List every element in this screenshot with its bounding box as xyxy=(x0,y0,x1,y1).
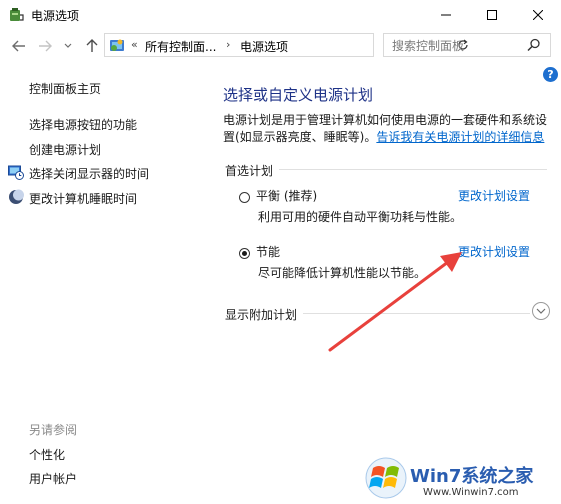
minimize-icon xyxy=(441,14,451,16)
windows-logo-watermark xyxy=(365,457,407,499)
back-button[interactable] xyxy=(9,36,29,56)
maximize-icon xyxy=(487,10,497,20)
control-panel-icon xyxy=(110,39,124,51)
window-title: 电源选项 xyxy=(31,9,80,23)
create-power-plan-link[interactable]: 创建电源计划 xyxy=(29,141,101,158)
watermark-brand: Win7系统之家 xyxy=(410,466,534,487)
learn-more-link[interactable]: 告诉我有关电源计划的详细信息 xyxy=(376,130,544,144)
expand-additional-plans-button[interactable] xyxy=(532,302,550,320)
watermark-url: Www.Winwin7.com xyxy=(423,487,519,498)
search-box xyxy=(383,33,551,57)
close-icon xyxy=(533,10,543,20)
description-line-1: 电源计划是用于管理计算机如何使用电源的一套硬件和系统设 xyxy=(223,113,548,127)
power-saver-plan-name[interactable]: 节能 xyxy=(256,243,280,260)
personalization-link[interactable]: 个性化 xyxy=(29,446,65,463)
power-saver-plan-radio[interactable] xyxy=(239,248,250,259)
search-icon[interactable] xyxy=(526,37,542,53)
balanced-plan-radio[interactable] xyxy=(239,192,250,203)
chevron-down-icon xyxy=(64,43,72,48)
title-bar: 电源选项 xyxy=(0,0,561,30)
page-description: 电源计划是用于管理计算机如何使用电源的一套硬件和系统设 置(如显示器亮度、睡眠等… xyxy=(223,112,553,146)
up-button[interactable] xyxy=(82,36,102,56)
breadcrumb-power-options[interactable]: 电源选项 xyxy=(240,38,288,55)
page-title: 选择或自定义电源计划 xyxy=(223,86,374,104)
breadcrumb-all-control-panel[interactable]: 所有控制面... xyxy=(145,38,216,55)
back-arrow-icon xyxy=(12,40,25,52)
forward-button[interactable] xyxy=(35,36,55,56)
minimize-button[interactable] xyxy=(423,0,469,30)
breadcrumb-separator[interactable]: › xyxy=(226,38,230,51)
power-button-function-link[interactable]: 选择电源按钮的功能 xyxy=(29,116,137,133)
balanced-plan-name[interactable]: 平衡 (推荐) xyxy=(256,187,317,204)
recent-locations-button[interactable] xyxy=(61,36,75,56)
sleep-moon-icon xyxy=(9,189,24,204)
show-additional-plans-label[interactable]: 显示附加计划 xyxy=(225,306,304,323)
power-options-icon xyxy=(10,8,24,21)
computer-sleep-time-link[interactable]: 更改计算机睡眠时间 xyxy=(29,190,137,207)
preferred-plans-heading: 首选计划 xyxy=(225,162,280,179)
chevron-down-icon xyxy=(536,308,546,314)
search-input[interactable] xyxy=(390,36,524,56)
user-accounts-link[interactable]: 用户帐户 xyxy=(29,470,77,487)
breadcrumb-overflow[interactable]: « xyxy=(131,38,138,51)
up-arrow-icon xyxy=(86,39,98,52)
address-bar[interactable]: « 所有控制面... › 电源选项 xyxy=(104,33,468,57)
description-line-2: 置(如显示器亮度、睡眠等)。告诉我有关电源计划的详细信息 xyxy=(223,129,553,146)
help-icon[interactable]: ? xyxy=(543,67,558,82)
display-timer-icon xyxy=(8,165,24,180)
close-button[interactable] xyxy=(515,0,561,30)
control-panel-home-link[interactable]: 控制面板主页 xyxy=(29,80,101,97)
balanced-change-settings-link[interactable]: 更改计划设置 xyxy=(458,187,530,204)
see-also-heading: 另请参阅 xyxy=(29,423,78,437)
description-line-2-text: 置(如显示器亮度、睡眠等)。 xyxy=(223,130,377,144)
display-off-time-link[interactable]: 选择关闭显示器的时间 xyxy=(29,165,149,182)
balanced-plan-description: 利用可用的硬件自动平衡功耗与性能。 xyxy=(258,210,463,224)
red-annotation-arrow xyxy=(328,252,462,352)
forward-arrow-icon xyxy=(39,40,52,52)
maximize-button[interactable] xyxy=(469,0,515,30)
